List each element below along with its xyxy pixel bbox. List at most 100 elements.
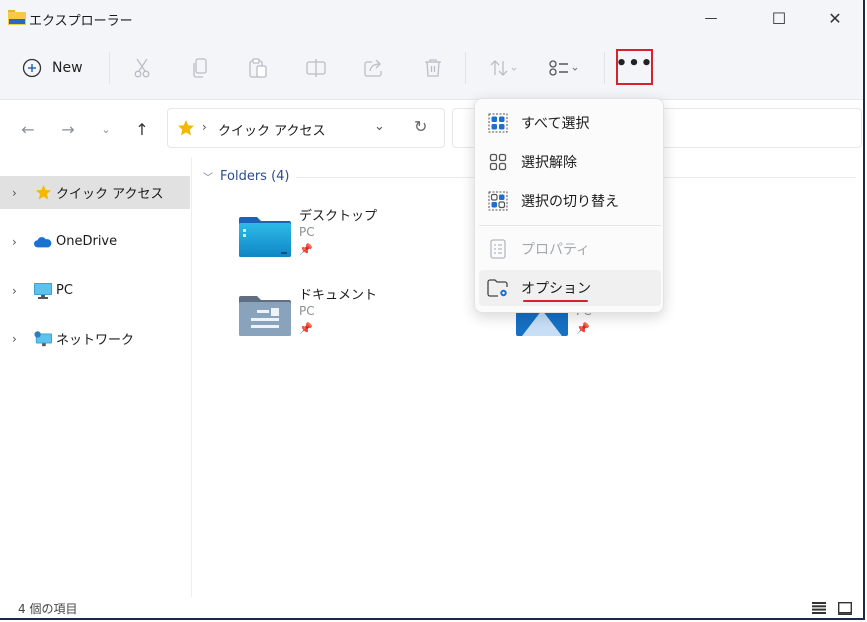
folder-location: PC [299,304,315,318]
cut-button[interactable] [128,50,156,86]
menu-divider [479,225,661,226]
share-icon [364,59,382,77]
select-none-icon [487,151,509,173]
file-explorer-icon [8,10,26,25]
menu-item-select-all[interactable]: すべて選択 [479,105,661,141]
maximize-icon: ☐ [771,8,787,28]
view-button[interactable] [544,50,584,86]
expand-chevron-icon[interactable]: › [12,284,24,298]
expand-chevron-icon[interactable]: › [12,186,24,200]
paste-icon [249,58,267,78]
menu-item-options[interactable]: オプション [479,270,661,306]
expand-chevron-icon[interactable]: › [12,332,24,346]
command-bar: New ••• [0,36,863,100]
menu-item-label: すべて選択 [521,116,590,132]
pin-icon: 📌 [299,322,313,335]
see-more-button[interactable]: ••• [616,49,653,85]
desktop-folder-icon [239,217,291,257]
folder-options-icon [487,277,509,299]
up-button[interactable]: ↑ [128,115,156,143]
file-explorer-window: エクスプローラー — ☐ ✕ New ••• ← → ⌄ ↑ › クイック アク… [0,0,865,620]
pin-icon: 📌 [576,322,590,335]
group-header-folders[interactable]: ﹀ Folders (4) [203,169,290,184]
folder-tile-documents[interactable]: ドキュメント PC 📌 [239,284,499,350]
sidebar-item-network[interactable]: › ネットワーク [0,322,190,355]
menu-item-label: 選択の切り替え [521,194,619,210]
new-button[interactable]: New [22,50,100,86]
toolbar-divider [604,52,605,84]
chevron-down-icon: ⌄ [101,122,111,136]
sidebar-item-pc[interactable]: › PC [0,274,190,307]
group-label: Folders (4) [220,169,290,184]
star-icon [34,184,52,201]
select-all-icon [487,112,509,134]
forward-button[interactable]: → [54,115,82,143]
sidebar-item-label: PC [56,283,73,298]
tiles-view-button[interactable] [836,600,854,616]
properties-icon [487,238,509,260]
sort-icon [490,60,517,76]
refresh-icon[interactable]: ↻ [414,117,427,136]
arrow-left-icon: ← [21,119,35,139]
copy-button[interactable] [186,50,214,86]
sidebar-item-quick-access[interactable]: › クイック アクセス [0,176,190,209]
folder-name: ドキュメント [299,288,378,303]
menu-item-properties: プロパティ [479,231,661,267]
menu-item-select-none[interactable]: 選択解除 [479,144,661,180]
monitor-icon [34,282,52,299]
folder-tile-desktop[interactable]: デスクトップ PC 📌 [239,205,499,271]
star-icon [178,120,194,136]
folder-name: デスクトップ [299,209,378,224]
pin-icon: 📌 [299,243,313,256]
breadcrumb-quick-access[interactable]: クイック アクセス [218,120,325,139]
close-icon: ✕ [828,8,842,28]
network-icon [34,331,52,347]
maximize-button[interactable]: ☐ [756,0,802,36]
toolbar-divider [465,52,466,84]
sidebar-item-label: クイック アクセス [56,187,164,202]
arrow-right-icon: → [61,119,75,139]
view-options-icon [549,60,578,76]
cloud-icon [34,234,52,250]
delete-button[interactable] [419,50,447,86]
details-view-icon [812,602,826,614]
close-button[interactable]: ✕ [812,0,858,36]
navigation-bar: ← → ⌄ ↑ › クイック アクセス ⌄ ↻ [0,101,863,157]
sidebar-item-label: OneDrive [56,234,118,249]
window-title: エクスプローラー [29,14,133,29]
back-button[interactable]: ← [14,115,42,143]
tiles-view-icon [838,601,852,615]
documents-folder-icon [239,296,291,336]
toolbar-divider [109,52,110,84]
invert-selection-icon [487,190,509,212]
recent-locations-button[interactable]: ⌄ [92,115,120,143]
breadcrumb-separator: › [202,120,207,134]
trash-icon [425,59,441,77]
share-button[interactable] [360,50,388,86]
menu-item-label: 選択解除 [521,155,577,171]
address-bar[interactable]: › クイック アクセス ⌄ ↻ [167,108,445,148]
address-dropdown-icon[interactable]: ⌄ [374,119,385,134]
status-bar: 4 個の項目 [0,597,863,618]
expand-chevron-icon[interactable]: › [12,235,24,249]
title-bar: エクスプローラー — ☐ ✕ [0,0,863,36]
minimize-button[interactable]: — [688,0,734,36]
scissors-icon [134,58,150,78]
sidebar-item-onedrive[interactable]: › OneDrive [0,225,190,258]
rename-button[interactable] [302,50,330,86]
menu-item-label: プロパティ [521,242,591,258]
details-view-button[interactable] [810,600,828,616]
more-dots-icon: ••• [615,53,654,74]
collapse-chevron-icon: ﹀ [203,173,213,184]
menu-item-invert-selection[interactable]: 選択の切り替え [479,183,661,219]
paste-button[interactable] [244,50,272,86]
annotation-underline [523,300,588,302]
sort-button[interactable] [484,50,524,86]
copy-icon [193,58,207,78]
minimize-icon: — [704,10,718,26]
sidebar-item-label: ネットワーク [56,333,135,348]
arrow-up-icon: ↑ [135,119,149,139]
plus-circle-icon [22,58,42,78]
navigation-pane: › クイック アクセス › OneDrive › PC › ネットワーク [0,157,192,597]
see-more-menu: すべて選択 選択解除 選択の切り替え プロパティ オプション [474,98,664,313]
